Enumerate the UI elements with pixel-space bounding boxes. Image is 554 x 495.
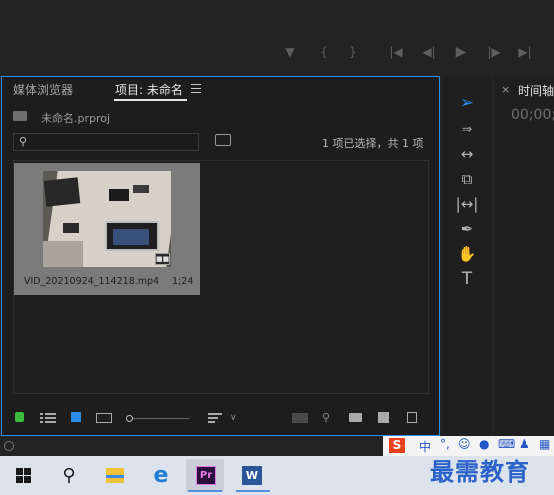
list-view-icon[interactable] bbox=[40, 413, 56, 423]
project-file-name: 未命名.prproj bbox=[41, 112, 111, 125]
zoom-slider-track[interactable] bbox=[133, 418, 189, 419]
find-icon[interactable]: ⚲ bbox=[322, 410, 330, 426]
watermark-logo: 最需教育 bbox=[430, 457, 530, 486]
tab-project[interactable]: 项目: 未命名 bbox=[115, 81, 183, 98]
timeline-panel bbox=[495, 76, 554, 436]
search-field[interactable] bbox=[34, 135, 194, 149]
punctuation-icon[interactable]: °, bbox=[440, 437, 450, 451]
hamburger-icon[interactable] bbox=[191, 84, 201, 93]
tab-media-browser[interactable]: 媒体浏览器 bbox=[13, 81, 73, 98]
folder-icon bbox=[13, 111, 27, 121]
close-icon[interactable]: × bbox=[501, 83, 510, 96]
windows-start-icon[interactable] bbox=[8, 459, 46, 492]
clip-thumbnail bbox=[43, 171, 171, 267]
source-monitor: ▼ { } |◀ ◀| ▶ |▶ ▶| bbox=[0, 0, 554, 75]
edge-icon[interactable]: e bbox=[142, 459, 180, 492]
search-icon[interactable]: ⚲ bbox=[50, 459, 88, 492]
pen-tool-icon[interactable]: ✒ bbox=[455, 218, 479, 240]
trash-icon[interactable] bbox=[407, 412, 417, 423]
go-to-out-icon[interactable]: ▶| bbox=[515, 42, 535, 62]
selection-status: 1 项已选择，共 1 项 bbox=[322, 137, 424, 150]
play-icon[interactable]: ▶ bbox=[451, 42, 471, 62]
mark-in-icon[interactable]: { bbox=[314, 42, 334, 62]
zoom-slider-handle[interactable] bbox=[126, 415, 133, 422]
find-icon[interactable] bbox=[215, 134, 231, 146]
type-tool-icon[interactable]: T bbox=[455, 268, 479, 290]
hand-tool-icon[interactable]: ✋ bbox=[455, 243, 479, 265]
lock-icon[interactable] bbox=[15, 412, 24, 422]
file-explorer-icon[interactable] bbox=[96, 459, 134, 492]
premiere-icon[interactable]: Pr bbox=[186, 459, 224, 492]
automate-to-sequence-icon[interactable] bbox=[292, 413, 308, 423]
new-bin-icon[interactable] bbox=[349, 413, 362, 422]
mark-out-icon[interactable]: } bbox=[343, 42, 363, 62]
step-back-icon[interactable]: ◀| bbox=[419, 42, 439, 62]
selection-tool-icon[interactable]: ➢ bbox=[455, 92, 479, 114]
step-forward-icon[interactable]: |▶ bbox=[484, 42, 504, 62]
user-icon[interactable]: ♟ bbox=[519, 437, 530, 451]
go-to-in-icon[interactable]: |◀ bbox=[386, 42, 406, 62]
emoji-icon[interactable]: ☺ bbox=[458, 437, 471, 451]
sort-icon[interactable] bbox=[208, 413, 222, 423]
sogou-logo-icon[interactable]: S bbox=[389, 438, 405, 453]
timeline-timecode[interactable]: 00;00; bbox=[511, 107, 554, 123]
marker-icon[interactable]: ▼ bbox=[280, 42, 300, 62]
video-audio-badge-icon: ■■ bbox=[155, 253, 170, 265]
search-icon: ⚲ bbox=[19, 135, 28, 148]
razor-tool-icon[interactable]: ⧉ bbox=[455, 168, 479, 190]
keyboard-icon[interactable]: ⌨ bbox=[498, 437, 515, 451]
track-select-tool-icon[interactable]: ⇒ bbox=[455, 118, 479, 140]
word-icon[interactable]: W bbox=[234, 459, 272, 492]
ripple-edit-tool-icon[interactable]: ↔ bbox=[455, 143, 479, 165]
slip-tool-icon[interactable]: |↔| bbox=[455, 193, 479, 215]
search-input[interactable]: ⚲ bbox=[13, 133, 199, 151]
status-icon bbox=[4, 441, 14, 451]
clip-name: VID_20210924_114218.mp4 bbox=[24, 276, 160, 287]
new-item-icon[interactable] bbox=[378, 412, 389, 423]
grid-menu-icon[interactable]: ▦ bbox=[539, 437, 550, 451]
microphone-icon[interactable]: ● bbox=[479, 437, 489, 451]
tab-timeline[interactable]: 时间轴 bbox=[518, 82, 554, 99]
freeform-view-icon[interactable] bbox=[96, 413, 112, 423]
clip-duration: 1;24 bbox=[172, 276, 194, 287]
active-tab-indicator bbox=[114, 99, 187, 101]
icon-view-icon[interactable] bbox=[71, 412, 81, 422]
chevron-down-icon[interactable]: ∨ bbox=[230, 410, 237, 426]
